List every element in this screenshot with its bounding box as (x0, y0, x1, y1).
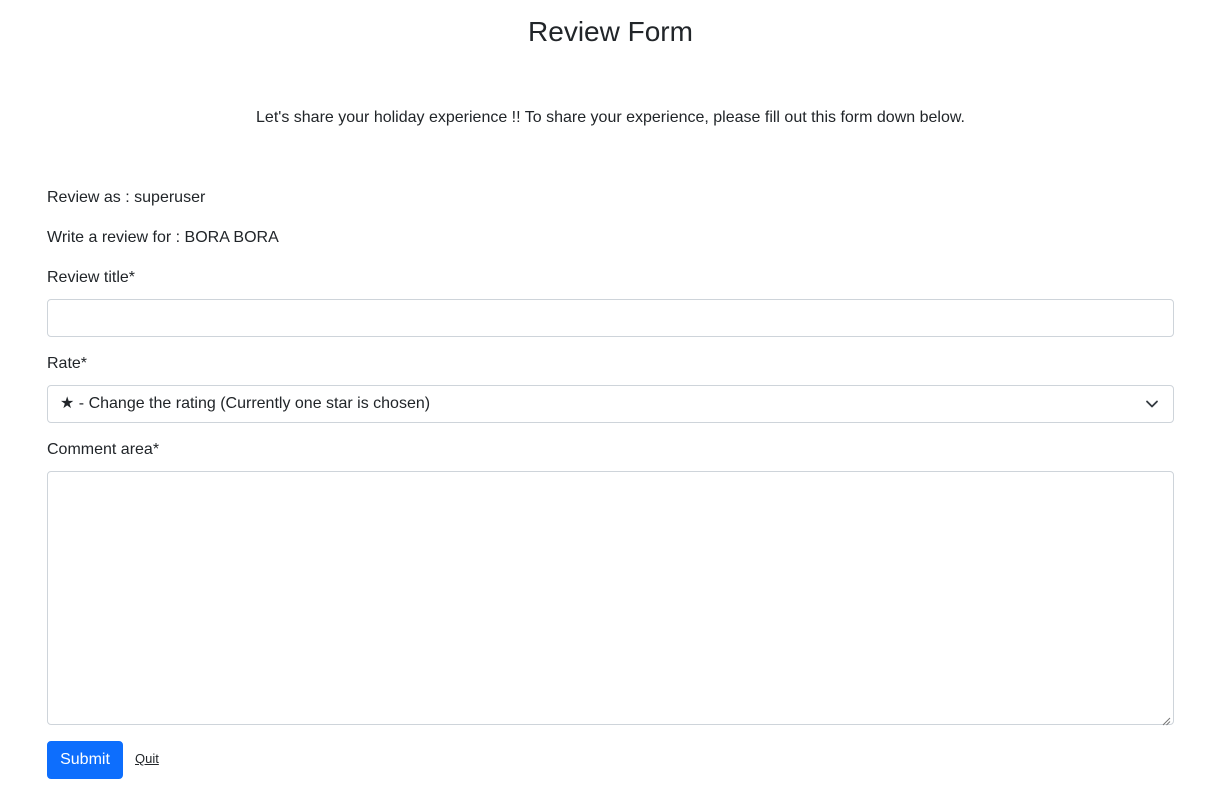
review-title-label: Review title* (47, 269, 136, 286)
rate-select[interactable]: ★ - Change the rating (Currently one sta… (47, 385, 1174, 423)
page-title: Review Form (528, 16, 693, 47)
rate-label: Rate* (47, 355, 88, 372)
review-title-input[interactable] (47, 299, 1174, 337)
comment-textarea[interactable] (47, 471, 1174, 725)
submit-button[interactable]: Submit (47, 741, 123, 779)
resize-grip-icon[interactable] (1162, 713, 1171, 726)
review-as-text: Review as : superuser (47, 189, 206, 206)
chevron-down-icon (1145, 397, 1159, 411)
comment-area-label: Comment area* (47, 441, 160, 458)
intro-text: Let's share your holiday experience !! T… (256, 109, 965, 126)
rate-selected-value: ★ - Change the rating (Currently one sta… (60, 395, 431, 412)
quit-link[interactable]: Quit (135, 751, 159, 767)
review-for-text: Write a review for : BORA BORA (47, 229, 279, 246)
